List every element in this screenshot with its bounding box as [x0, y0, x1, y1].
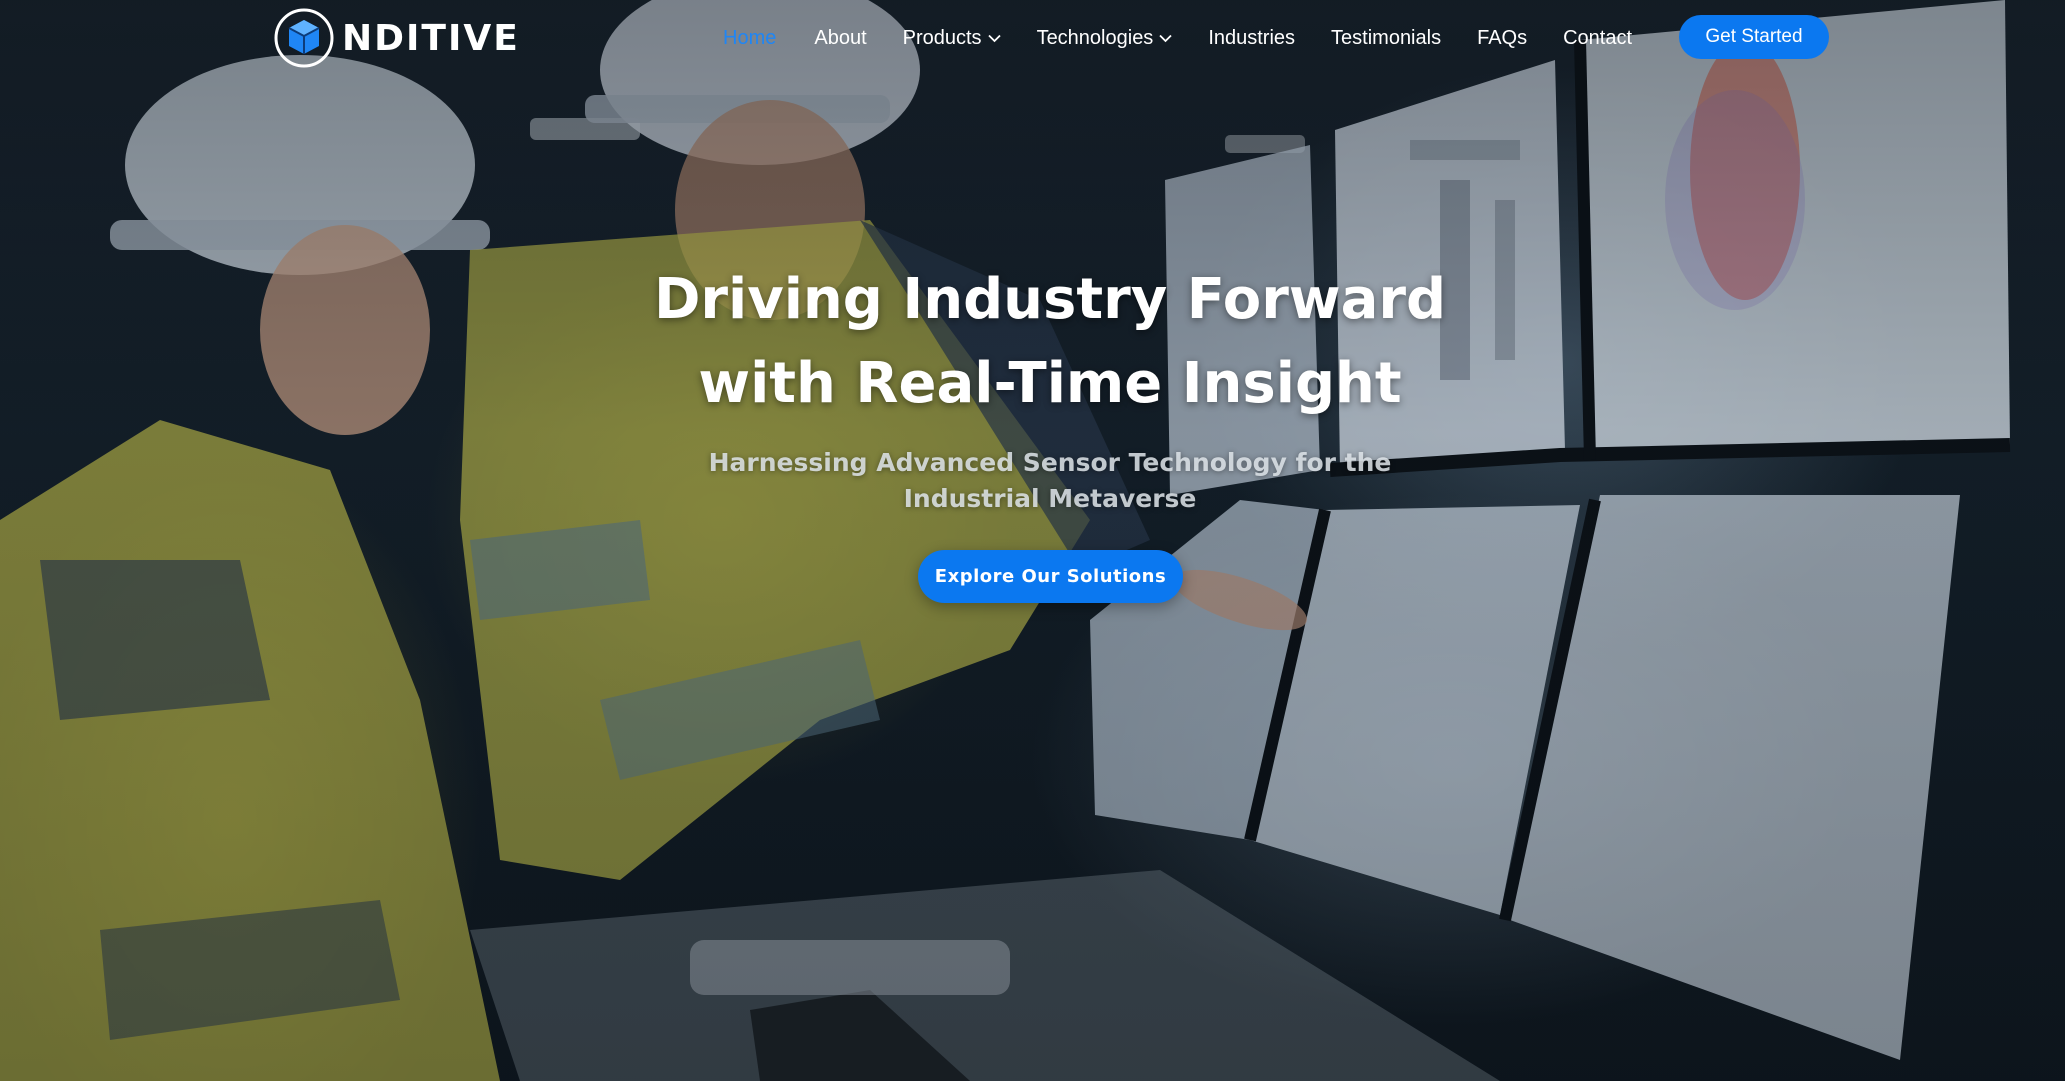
nav-item-faqs[interactable]: FAQs: [1477, 27, 1527, 50]
nav-item-label: Industries: [1208, 26, 1296, 49]
page: NDITIVE Home About Products Technologies: [0, 0, 2065, 1081]
nav-item-label: Home: [723, 26, 777, 49]
nav-item-label: Technologies: [1036, 26, 1154, 49]
nav-item-label: Contact: [1563, 26, 1633, 49]
nav-item-industries[interactable]: Industries: [1208, 27, 1295, 50]
main-nav: Home About Products Technologies Industr…: [723, 18, 1632, 58]
hero-title-line-2: with Real-Time Insight: [698, 351, 1402, 416]
get-started-button[interactable]: Get Started: [1679, 15, 1829, 59]
nav-item-label: FAQs: [1477, 26, 1528, 49]
hero-title-line-1: Driving Industry Forward: [653, 267, 1447, 332]
nav-item-products[interactable]: Products: [903, 27, 1001, 50]
brand-logo[interactable]: NDITIVE: [272, 5, 520, 71]
hero-subtitle: Harnessing Advanced Sensor Technology fo…: [708, 448, 1392, 513]
cube-circle-logo-icon: [274, 8, 334, 68]
hero-overlay: [0, 0, 2065, 1081]
nav-item-about[interactable]: About: [814, 27, 866, 50]
site-header: NDITIVE Home About Products Technologies: [0, 0, 2065, 76]
chevron-down-icon: [1159, 34, 1172, 42]
logo-text: NDITIVE: [342, 17, 520, 59]
nav-item-label: Testimonials: [1331, 26, 1442, 49]
chevron-down-icon: [987, 34, 1001, 42]
hero-title: Driving Industry Forward with Real-Time …: [560, 258, 1540, 426]
nav-item-label: About: [814, 26, 867, 49]
nav-item-testimonials[interactable]: Testimonials: [1331, 27, 1441, 50]
nav-item-technologies[interactable]: Technologies: [1037, 27, 1173, 50]
explore-solutions-button[interactable]: Explore Our Solutions: [918, 550, 1183, 603]
nav-item-contact[interactable]: Contact: [1563, 27, 1632, 50]
nav-item-home[interactable]: Home: [723, 27, 776, 50]
nav-item-label: Products: [902, 26, 982, 49]
